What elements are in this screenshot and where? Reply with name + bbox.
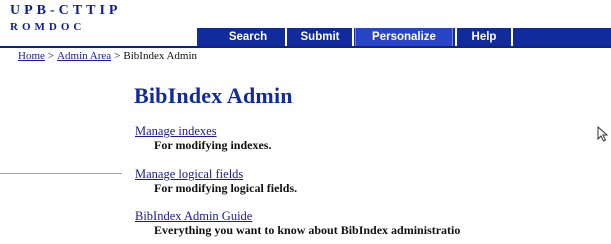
logo-line1: UPB-CTTIP [10, 3, 122, 18]
breadcrumb-admin-area[interactable]: Admin Area [57, 50, 111, 62]
breadcrumb-separator: > [47, 50, 55, 62]
breadcrumb-separator: > [114, 50, 121, 62]
item-description: For modifying indexes. [154, 138, 272, 152]
manage-indexes-link[interactable]: Manage indexes [135, 124, 271, 138]
nav-separator [285, 28, 287, 46]
nav-separator [455, 28, 457, 46]
tab-search[interactable]: Search [215, 28, 281, 46]
tab-personalize[interactable]: Personalize [355, 28, 453, 46]
list-item: Manage logical fields For modifying logi… [135, 167, 297, 196]
breadcrumb-home[interactable]: Home [18, 50, 45, 62]
breadcrumb-current: BibIndex Admin [123, 50, 198, 62]
page-title: BibIndex Admin [134, 83, 293, 108]
list-item: BibIndex Admin Guide Everything you want… [135, 209, 460, 238]
item-description: For modifying logical fields. [154, 181, 298, 195]
item-description: Everything you want to know about BibInd… [154, 223, 461, 237]
tab-submit[interactable]: Submit [289, 28, 351, 46]
site-logo[interactable]: UPB-CTTIP ROMDOC [10, 4, 121, 33]
bibindex-admin-guide-link[interactable]: BibIndex Admin Guide [135, 209, 460, 223]
manage-logical-fields-link[interactable]: Manage logical fields [135, 167, 297, 181]
page: UPB-CTTIP ROMDOC Search Submit Personali… [0, 0, 611, 244]
nav-separator [511, 28, 513, 46]
logo-line2: ROMDOC [10, 21, 86, 33]
breadcrumb: Home > Admin Area > BibIndex Admin [18, 50, 197, 62]
nav-bottom-rule [0, 46, 611, 48]
mouse-pointer-icon [597, 126, 609, 142]
header: UPB-CTTIP ROMDOC Search Submit Personali… [0, 0, 611, 48]
tab-help[interactable]: Help [459, 28, 509, 46]
nav-separator [352, 28, 354, 46]
list-item: Manage indexes For modifying indexes. [135, 124, 271, 153]
divider [0, 173, 122, 174]
